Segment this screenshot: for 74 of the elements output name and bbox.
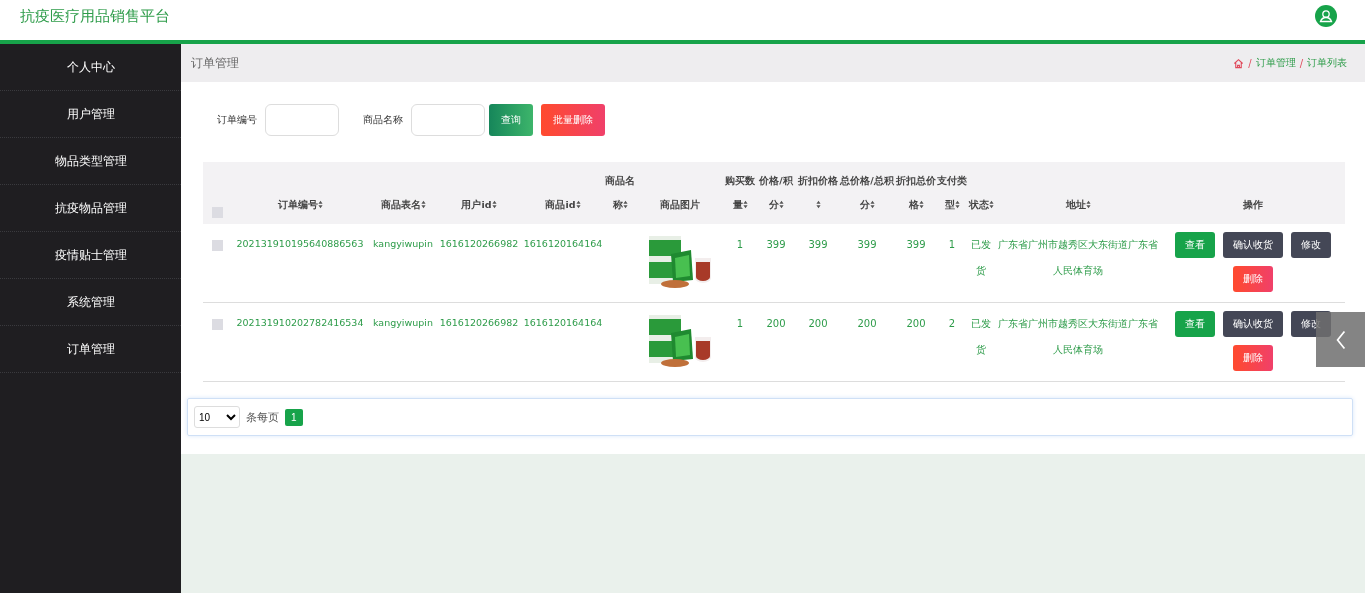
- column-header[interactable]: 用户id: [437, 193, 521, 218]
- table-cell: 200: [906, 318, 926, 329]
- table-cell: kangyiwupin: [373, 238, 433, 249]
- sort-icon[interactable]: [575, 200, 581, 210]
- search-field[interactable]: [265, 104, 339, 136]
- page-title: 订单管理: [191, 54, 239, 72]
- breadcrumb-separator: /: [1248, 57, 1252, 69]
- search-field[interactable]: [411, 104, 485, 136]
- table-cell: kangyiwupin: [373, 317, 433, 328]
- search-button[interactable]: 批量删除: [541, 104, 605, 136]
- row-checkbox[interactable]: [211, 318, 223, 330]
- table-cell: 399: [857, 239, 877, 250]
- home-icon[interactable]: [1233, 57, 1245, 69]
- table-cell: 202131910195640886563: [236, 238, 364, 249]
- page-size-select[interactable]: 10: [194, 406, 240, 428]
- action-button[interactable]: 确认收货: [1223, 232, 1283, 258]
- sort-icon[interactable]: [778, 200, 784, 210]
- table-cell: 202131910202782416534: [236, 317, 364, 328]
- column-header: 操作: [1242, 198, 1264, 213]
- table-cell: 1: [736, 318, 744, 329]
- sort-icon[interactable]: [1085, 200, 1091, 210]
- user-icon[interactable]: [1315, 5, 1337, 27]
- field-label: 商品名称: [363, 113, 403, 127]
- column-header[interactable]: 商品表名: [369, 193, 437, 218]
- column-header[interactable]: 商品名称: [605, 168, 635, 218]
- sort-icon[interactable]: [988, 200, 994, 210]
- row-checkbox[interactable]: [211, 239, 223, 251]
- table-cell: 200: [766, 318, 786, 329]
- column-header[interactable]: 支付类型: [937, 168, 967, 218]
- table-cell: 1616120266982: [439, 238, 519, 249]
- action-button[interactable]: 删除: [1233, 345, 1273, 371]
- action-button[interactable]: 删除: [1233, 266, 1273, 292]
- sort-icon[interactable]: [420, 200, 426, 210]
- action-button[interactable]: 修改: [1291, 232, 1331, 258]
- table-cell: 200: [857, 318, 877, 329]
- sort-icon[interactable]: [869, 200, 875, 210]
- column-header[interactable]: 折扣价格: [797, 168, 839, 218]
- sort-icon[interactable]: [622, 200, 628, 210]
- column-header[interactable]: 总价格/总积分: [839, 168, 895, 218]
- table-cell: 1616120164164: [523, 238, 603, 249]
- page-size-label: 条每页: [246, 409, 279, 425]
- table-cell: 已发货: [971, 239, 991, 276]
- table-cell: 广东省广州市越秀区大东街道广东省人民体育场: [998, 318, 1158, 355]
- table-cell: 2: [948, 318, 956, 329]
- table-cell: 广东省广州市越秀区大东街道广东省人民体育场: [998, 239, 1158, 276]
- column-header[interactable]: 地址: [995, 193, 1161, 218]
- search-button[interactable]: 查询: [489, 104, 533, 136]
- column-header[interactable]: 购买数量: [725, 168, 755, 218]
- sort-icon[interactable]: [491, 200, 497, 210]
- table-cell: 399: [808, 239, 828, 250]
- table-cell: 已发货: [971, 318, 991, 355]
- sort-icon[interactable]: [317, 200, 323, 210]
- table-cell: 1: [736, 239, 744, 250]
- table-cell: 399: [906, 239, 926, 250]
- sort-icon[interactable]: [918, 200, 924, 210]
- column-header: 商品图片: [659, 198, 701, 213]
- table-cell: 1616120266982: [439, 317, 519, 328]
- field-label: 订单编号: [217, 113, 257, 127]
- action-button[interactable]: 确认收货: [1223, 311, 1283, 337]
- column-header[interactable]: 商品id: [521, 193, 605, 218]
- column-header[interactable]: 订单编号: [231, 193, 369, 218]
- table-cell: 1616120164164: [523, 317, 603, 328]
- table-cell: 1: [948, 239, 956, 250]
- chevron-left-icon: [1334, 328, 1347, 351]
- sort-icon[interactable]: [815, 200, 821, 210]
- column-header[interactable]: 价格/积分: [755, 168, 797, 218]
- breadcrumb-separator: /: [1299, 57, 1303, 69]
- table-cell: 200: [808, 318, 828, 329]
- sort-icon[interactable]: [742, 200, 748, 210]
- sort-icon[interactable]: [954, 200, 960, 210]
- app-title: 抗疫医疗用品销售平台: [20, 6, 170, 26]
- table-cell: 399: [766, 239, 786, 250]
- column-header[interactable]: 状态: [967, 193, 995, 218]
- column-header[interactable]: 折扣总价格: [895, 168, 937, 218]
